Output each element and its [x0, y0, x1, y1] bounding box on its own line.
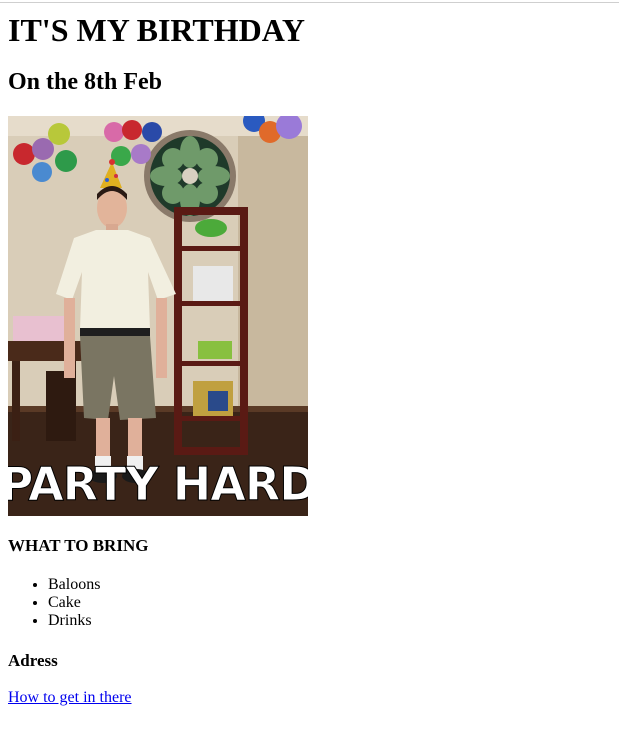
page-subtitle: On the 8th Feb — [8, 69, 163, 95]
top-border — [0, 2, 619, 3]
list-item: Drinks — [48, 612, 100, 630]
list-item: Baloons — [48, 576, 100, 594]
bring-heading: WHAT TO BRING — [8, 536, 149, 555]
bring-list: Baloons Cake Drinks — [8, 576, 100, 630]
party-photo: PARTY HARD — [8, 116, 308, 516]
photo-caption: PARTY HARD — [8, 457, 308, 511]
party-photo-image: PARTY HARD — [8, 116, 308, 516]
address-heading: Adress — [8, 651, 58, 670]
page-title: IT'S MY BIRTHDAY — [8, 12, 306, 48]
list-item: Cake — [48, 594, 100, 612]
directions-link[interactable]: How to get in there — [8, 689, 132, 707]
